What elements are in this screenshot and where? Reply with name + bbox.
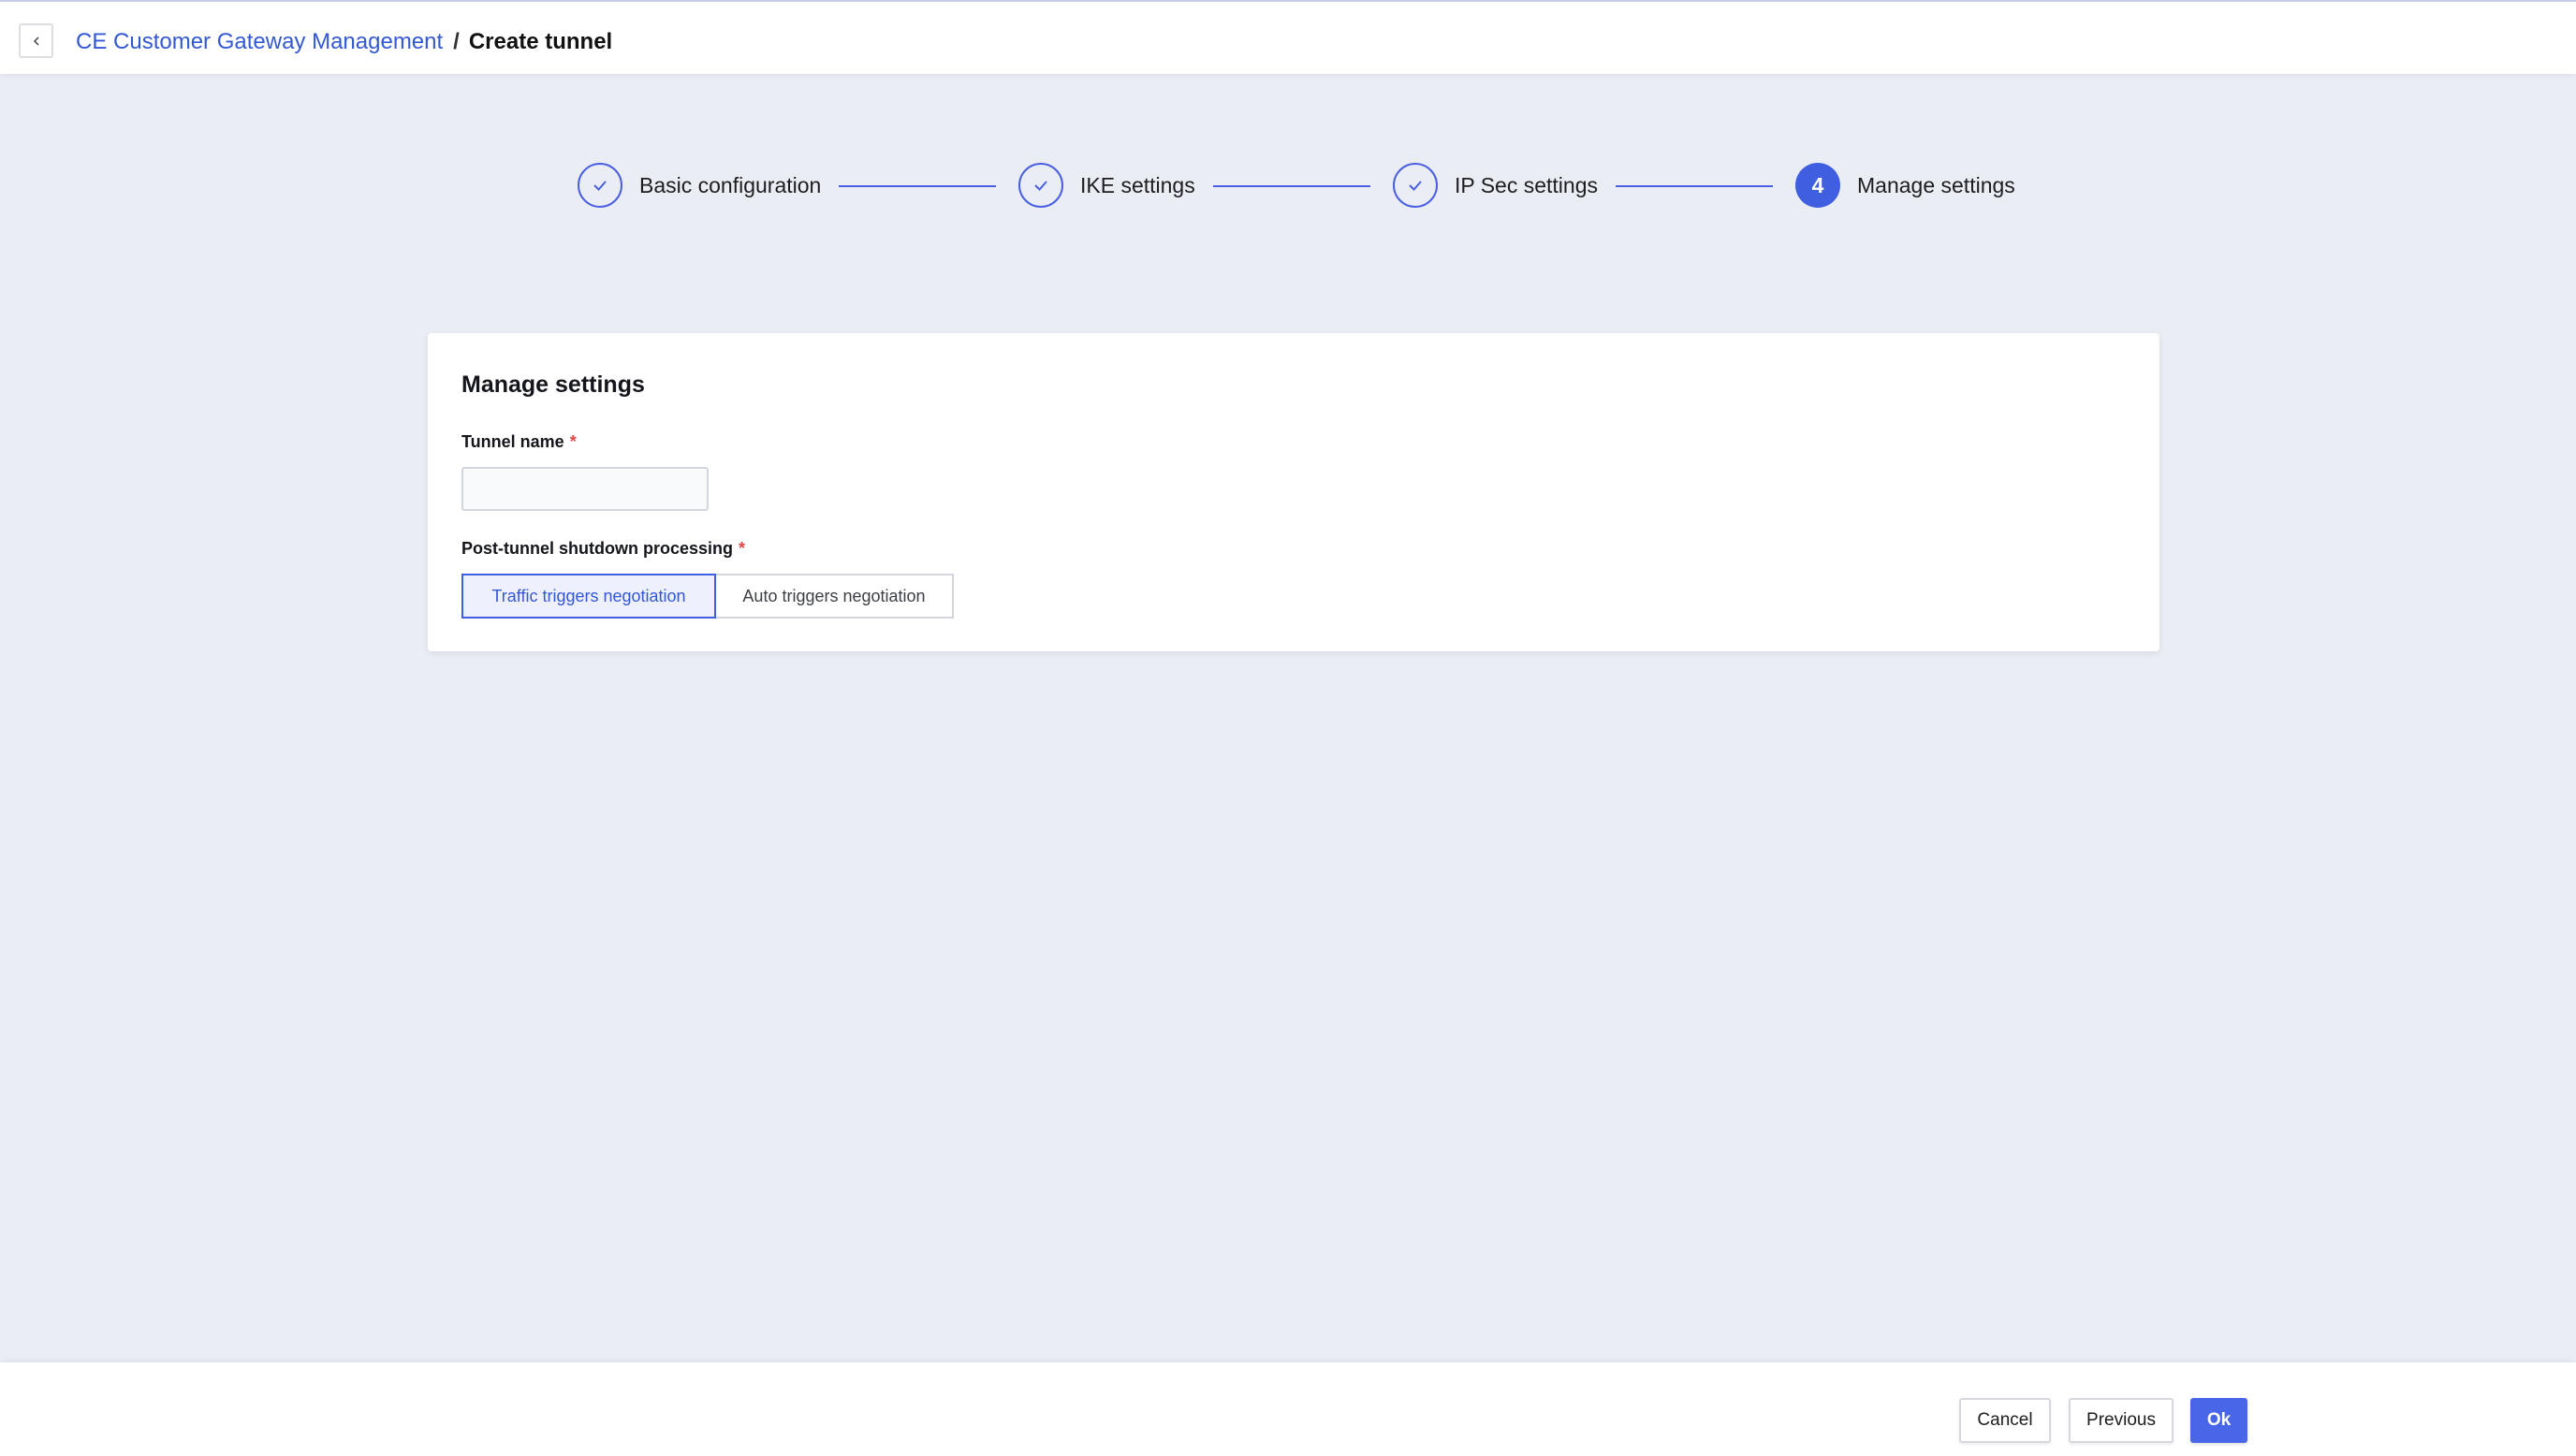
back-button[interactable]	[19, 23, 53, 58]
required-mark: *	[569, 432, 577, 451]
page-footer: Cancel Previous Ok	[0, 1362, 2576, 1456]
breadcrumb: CE Customer Gateway Management / Create …	[76, 28, 612, 56]
step-4-active-circle: 4	[1795, 163, 1840, 208]
shutdown-processing-label: Post-tunnel shutdown processing *	[461, 539, 745, 559]
shutdown-processing-label-text: Post-tunnel shutdown processing	[461, 539, 734, 558]
shutdown-processing-segmented-control: Traffic triggers negotiation Auto trigge…	[461, 574, 954, 619]
breadcrumb-separator: /	[453, 29, 460, 54]
step-1-label: Basic configuration	[639, 173, 822, 197]
traffic-triggers-negotiation-option[interactable]: Traffic triggers negotiation	[461, 574, 716, 619]
required-mark: *	[739, 539, 746, 558]
step-connector-3	[1616, 185, 1773, 187]
step-3-done-circle	[1393, 163, 1438, 208]
page-header: CE Customer Gateway Management / Create …	[0, 0, 2576, 74]
step-4-label: Manage settings	[1857, 173, 2015, 197]
step-2-done-circle	[1018, 163, 1063, 208]
stepper: Basic configuration IKE settings IP Sec …	[0, 163, 2576, 210]
cancel-button[interactable]: Cancel	[1959, 1398, 2051, 1443]
tunnel-name-input[interactable]	[461, 467, 709, 511]
breadcrumb-parent-link[interactable]: CE Customer Gateway Management	[76, 29, 443, 55]
ok-button[interactable]: Ok	[2190, 1398, 2247, 1443]
auto-triggers-negotiation-option[interactable]: Auto triggers negotiation	[716, 574, 954, 619]
previous-button[interactable]: Previous	[2069, 1398, 2174, 1443]
check-icon	[593, 181, 607, 191]
tunnel-name-label: Tunnel name *	[461, 432, 577, 452]
check-icon	[1034, 181, 1047, 191]
breadcrumb-current: Create tunnel	[468, 29, 613, 54]
step-2-label: IKE settings	[1080, 173, 1195, 197]
step-connector-1	[839, 185, 996, 187]
tunnel-name-label-text: Tunnel name	[461, 432, 564, 451]
step-3-label: IP Sec settings	[1455, 173, 1598, 197]
step-1-done-circle	[578, 163, 622, 208]
manage-settings-card: Manage settings Tunnel name * Post-tunnel…	[428, 333, 2159, 651]
check-icon	[1409, 181, 1422, 191]
chevron-left-icon	[33, 36, 39, 46]
card-title: Manage settings	[461, 371, 645, 398]
step-connector-2	[1213, 185, 1370, 187]
